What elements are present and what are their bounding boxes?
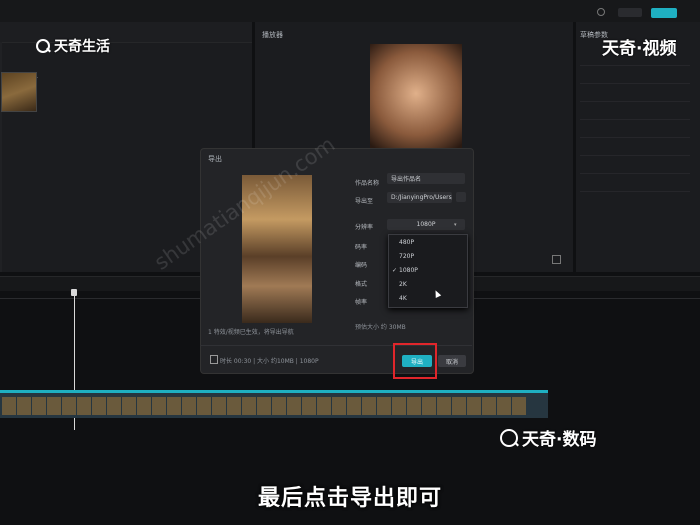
details-rows: [580, 55, 690, 195]
field-label-resolution: 分辨率: [355, 224, 374, 231]
cancel-button[interactable]: 取消: [438, 355, 466, 367]
timeline-playhead-handle[interactable]: [71, 289, 77, 296]
check-icon: ✓: [392, 266, 398, 274]
resolution-select-value: 1080P: [416, 221, 436, 228]
export-footer-info: 时长 00:30 | 大小 约10MB | 1080P: [220, 358, 319, 365]
folder-icon[interactable]: [456, 192, 466, 202]
shortcut-button[interactable]: [618, 8, 642, 17]
export-dialog-title: 导出: [208, 155, 222, 163]
field-label-codec: 编码: [355, 262, 368, 269]
resolution-dropdown: 480P 720P ✓ 1080P 2K 4K: [388, 234, 468, 308]
field-label-name: 作品名称: [355, 180, 380, 187]
export-preview-caption: 1 特效/视频已生效，将导出导航: [208, 329, 294, 336]
field-label-path: 导出至: [355, 198, 374, 205]
resolution-option-480p[interactable]: 480P: [389, 235, 467, 249]
field-name-input[interactable]: 导出作品名: [387, 173, 465, 184]
title-bar: [0, 0, 700, 22]
field-label-bitrate: 码率: [355, 244, 368, 251]
watermark-logo-icon: [36, 39, 50, 53]
resolution-option-720p[interactable]: 720P: [389, 249, 467, 263]
watermark-logo-icon: [500, 428, 518, 447]
media-clip-thumbnail[interactable]: [1, 72, 37, 112]
settings-icon[interactable]: [597, 8, 605, 16]
export-top-button[interactable]: [651, 8, 677, 18]
watermark-top-left: 天奇生活: [36, 36, 110, 56]
highlight-box: [393, 343, 437, 379]
subtitle-caption: 最后点击导出即可: [257, 486, 442, 511]
player-video-frame: [370, 44, 462, 154]
player-title: 播放器: [262, 31, 283, 39]
watermark-top-right: 天奇·视频: [602, 39, 677, 59]
timeline-thumbnails: [2, 397, 546, 415]
resolution-option-4k[interactable]: 4K: [389, 291, 467, 305]
fullscreen-icon[interactable]: [552, 255, 561, 264]
watermark-bottom-right: 天奇·数码: [500, 425, 596, 450]
resolution-option-1080p[interactable]: ✓ 1080P: [389, 263, 467, 277]
field-label-framerate: 帧率: [355, 299, 368, 306]
field-path-input[interactable]: D:/JianyingPro/Users/2023...: [387, 192, 452, 203]
export-estimate: 预估大小 约 30MB: [355, 324, 406, 331]
chevron-down-icon[interactable]: ▾: [454, 222, 457, 228]
film-icon: [210, 355, 218, 364]
resolution-option-2k[interactable]: 2K: [389, 277, 467, 291]
field-label-format: 格式: [355, 281, 368, 288]
